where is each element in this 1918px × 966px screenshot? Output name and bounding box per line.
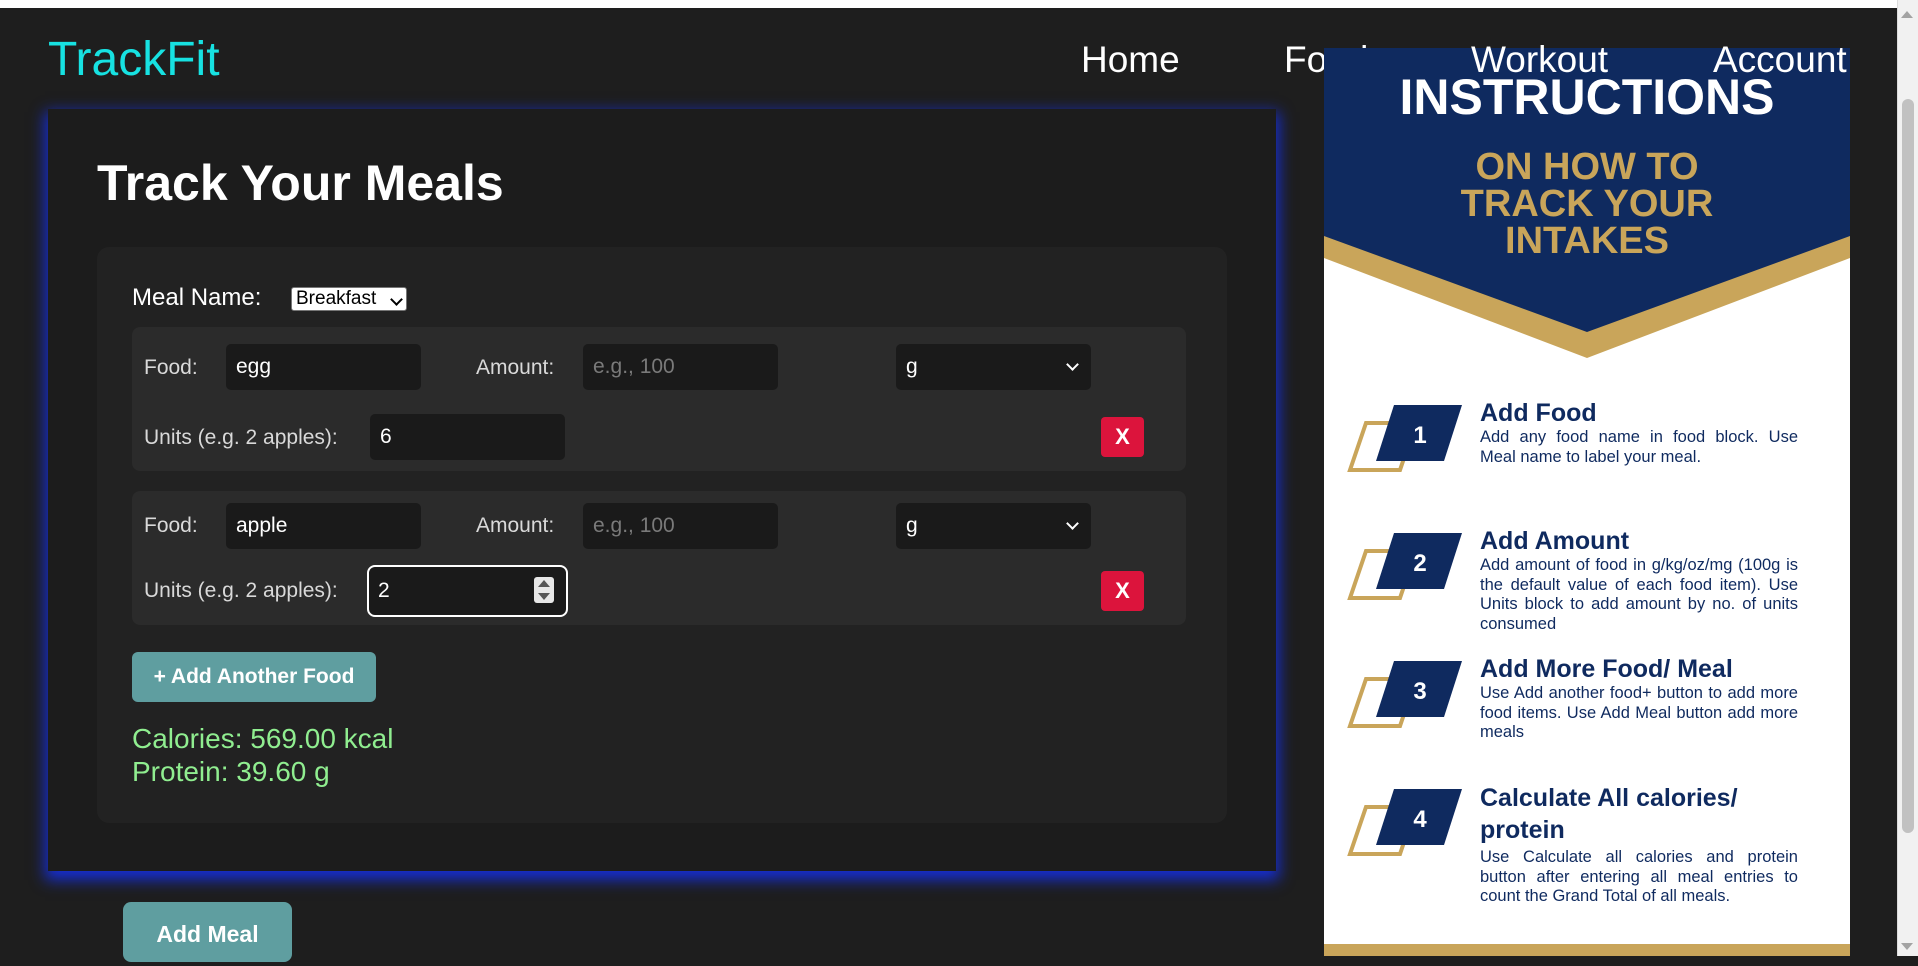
step-title: Add Food <box>1480 399 1597 427</box>
step-description: Use Add another food+ button to add more… <box>1480 684 1798 741</box>
amount-input[interactable]: e.g., 100 <box>583 503 778 549</box>
protein-total: Protein: 39.60 g <box>132 756 330 787</box>
nav-home[interactable]: Home <box>1081 38 1180 82</box>
unit-select-value: g <box>906 514 918 537</box>
meal-name-label: Meal Name: <box>132 284 262 311</box>
units-input[interactable]: 2 <box>367 565 568 617</box>
app-logo[interactable]: TrackFit <box>48 32 220 88</box>
step-title: Add Amount <box>1480 527 1630 555</box>
unit-select-value: g <box>906 355 918 378</box>
units-input[interactable]: 6 <box>370 414 565 460</box>
instructions-infographic: INSTRUCTIONS ON HOW TO TRACK YOUR INTAKE… <box>1324 48 1850 956</box>
instructions-subheading-line: ON HOW TO <box>1475 146 1698 188</box>
chevron-down-icon <box>390 293 403 306</box>
units-label: Units (e.g. 2 apples): <box>144 426 338 449</box>
step-title: Add More Food/ Meal <box>1480 655 1733 683</box>
svg-text:1: 1 <box>1413 422 1426 449</box>
svg-text:4: 4 <box>1413 806 1427 833</box>
stepper-icon[interactable] <box>534 577 554 603</box>
amount-label: Amount: <box>476 356 555 379</box>
chevron-down-icon <box>1066 517 1079 530</box>
step-description: Add any food name in food block. Use Mea… <box>1480 428 1798 466</box>
unit-select[interactable]: g <box>896 344 1091 390</box>
unit-select[interactable]: g <box>896 503 1091 549</box>
nav-account[interactable]: Account <box>1713 38 1847 82</box>
meal-name-value: Breakfast <box>296 288 377 309</box>
add-another-food-button[interactable]: + Add Another Food <box>132 652 376 702</box>
food-label: Food: <box>144 514 198 537</box>
page-scrollbar[interactable] <box>1897 0 1918 956</box>
remove-food-button[interactable]: X <box>1101 417 1144 457</box>
step-description: Use Calculate all calories and protein b… <box>1480 848 1798 905</box>
amount-label: Amount: <box>476 514 555 537</box>
add-meal-button[interactable]: Add Meal <box>123 902 292 962</box>
units-input-value: 2 <box>378 579 390 602</box>
step-title: Calculate All calories/ protein <box>1480 784 1738 844</box>
remove-food-button[interactable]: X <box>1101 571 1144 611</box>
browser-top-edge <box>0 0 1918 8</box>
svg-text:2: 2 <box>1413 550 1426 577</box>
scroll-down-arrow-icon[interactable] <box>1901 943 1913 950</box>
calories-total: Calories: 569.00 kcal <box>132 723 394 754</box>
step-description: Add amount of food in g/kg/oz/mg (100g i… <box>1480 556 1798 633</box>
instructions-subheading-line: INTAKES <box>1505 220 1669 262</box>
nav-workout[interactable]: Workout <box>1471 38 1608 82</box>
scrollbar-thumb[interactable] <box>1902 99 1914 833</box>
units-label: Units (e.g. 2 apples): <box>144 579 338 602</box>
food-label: Food: <box>144 356 198 379</box>
food-input[interactable]: egg <box>226 344 421 390</box>
meal-name-select[interactable]: Breakfast <box>291 287 407 311</box>
amount-input[interactable]: e.g., 100 <box>583 344 778 390</box>
instructions-subheading-line: TRACK YOUR <box>1461 183 1714 225</box>
food-input[interactable]: apple <box>226 503 421 549</box>
page-title: Track Your Meals <box>97 155 504 211</box>
scroll-up-arrow-icon[interactable] <box>1901 11 1913 18</box>
chevron-down-icon <box>1066 358 1079 371</box>
svg-text:3: 3 <box>1413 678 1426 705</box>
